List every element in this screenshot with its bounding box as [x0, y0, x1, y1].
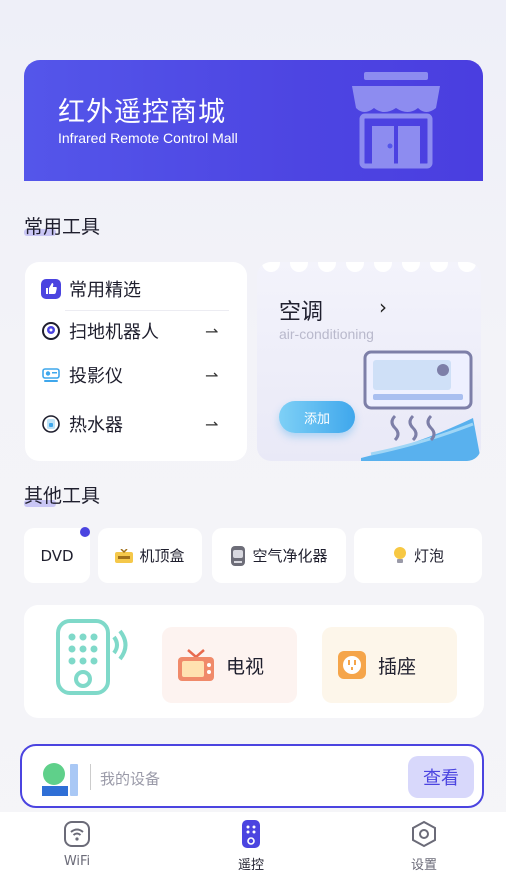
water-heater-icon — [41, 414, 61, 434]
store-icon — [346, 70, 446, 174]
mall-banner[interactable]: 红外遥控商城 Infrared Remote Control Mall — [24, 60, 483, 181]
remote-control-icon — [54, 617, 134, 701]
nav-settings[interactable]: 设置 — [374, 820, 474, 873]
nav-label: 遥控 — [237, 858, 264, 873]
socket-icon — [336, 649, 368, 681]
tile-label: 电视 — [226, 655, 265, 678]
chip-label: 灯泡 — [413, 547, 444, 565]
banner-title: 红外遥控商城 — [58, 97, 226, 128]
air-purifier-icon — [230, 545, 246, 567]
tile-socket[interactable]: 插座 — [322, 627, 457, 703]
air-conditioner-card[interactable]: 空调 › air-conditioning 添加 — [257, 262, 481, 461]
my-devices-bar[interactable]: 我的设备 查看 — [20, 744, 484, 808]
chip-label: 机顶盒 — [139, 547, 185, 565]
item-label: 热水器 — [69, 415, 123, 436]
tile-label: 插座 — [378, 655, 417, 678]
chip-label: DVD — [40, 546, 74, 565]
view-devices-button[interactable]: 查看 — [408, 756, 474, 798]
thumbs-up-icon — [41, 279, 61, 299]
nav-label: 设置 — [410, 858, 437, 873]
robot-vacuum-icon — [41, 321, 61, 341]
device-icon — [40, 762, 80, 802]
item-label: 投影仪 — [69, 366, 123, 387]
common-item-water-heater[interactable]: 热水器 — [41, 411, 123, 437]
scallop-edge — [257, 262, 481, 274]
settings-icon — [410, 820, 438, 848]
common-item-robot-vacuum[interactable]: 扫地机器人 — [41, 318, 159, 344]
add-ac-button[interactable]: 添加 — [279, 401, 355, 433]
chip-dvd[interactable]: DVD — [24, 528, 90, 583]
featured-devices-card: 电视 插座 — [24, 605, 484, 718]
air-conditioner-icon — [361, 348, 481, 461]
projector-icon — [41, 365, 61, 385]
divider — [65, 310, 229, 311]
item-label: 扫地机器人 — [69, 322, 159, 343]
chevron-right-icon[interactable]: › — [379, 295, 387, 319]
arrow-right-icon[interactable]: ⇀ — [205, 322, 218, 341]
tile-tv[interactable]: 电视 — [162, 627, 297, 703]
nav-wifi[interactable]: WiFi — [27, 820, 127, 869]
wifi-icon — [63, 820, 91, 848]
remote-icon — [241, 820, 261, 848]
bottom-nav: WiFi 遥控 设置 — [0, 812, 506, 876]
chip-bulb[interactable]: 灯泡 — [354, 528, 482, 583]
chip-set-top-box[interactable]: 机顶盒 — [98, 528, 202, 583]
featured-header: 常用精选 — [41, 276, 141, 302]
nav-label: WiFi — [63, 854, 91, 869]
separator — [90, 764, 91, 790]
arrow-right-icon[interactable]: ⇀ — [205, 415, 218, 434]
common-tools-title: 常用工具 — [24, 216, 101, 238]
other-tools-title: 其他工具 — [24, 485, 101, 507]
banner-subtitle: Infrared Remote Control Mall — [58, 130, 238, 146]
chip-label: 空气净化器 — [252, 547, 328, 565]
notification-dot — [80, 527, 90, 537]
featured-label: 常用精选 — [69, 280, 141, 301]
nav-remote[interactable]: 遥控 — [201, 820, 301, 873]
arrow-right-icon[interactable]: ⇀ — [205, 366, 218, 385]
common-tools-card: 常用精选 扫地机器人 ⇀ 投影仪 ⇀ 热水器 ⇀ — [25, 262, 247, 461]
ac-title: 空调 — [279, 300, 324, 325]
bulb-icon — [392, 546, 408, 566]
chip-air-purifier[interactable]: 空气净化器 — [212, 528, 346, 583]
ac-subtitle: air-conditioning — [279, 326, 374, 342]
set-top-box-icon — [115, 548, 134, 563]
common-item-projector[interactable]: 投影仪 — [41, 362, 123, 388]
tv-icon — [176, 648, 216, 682]
my-devices-label: 我的设备 — [100, 770, 161, 788]
